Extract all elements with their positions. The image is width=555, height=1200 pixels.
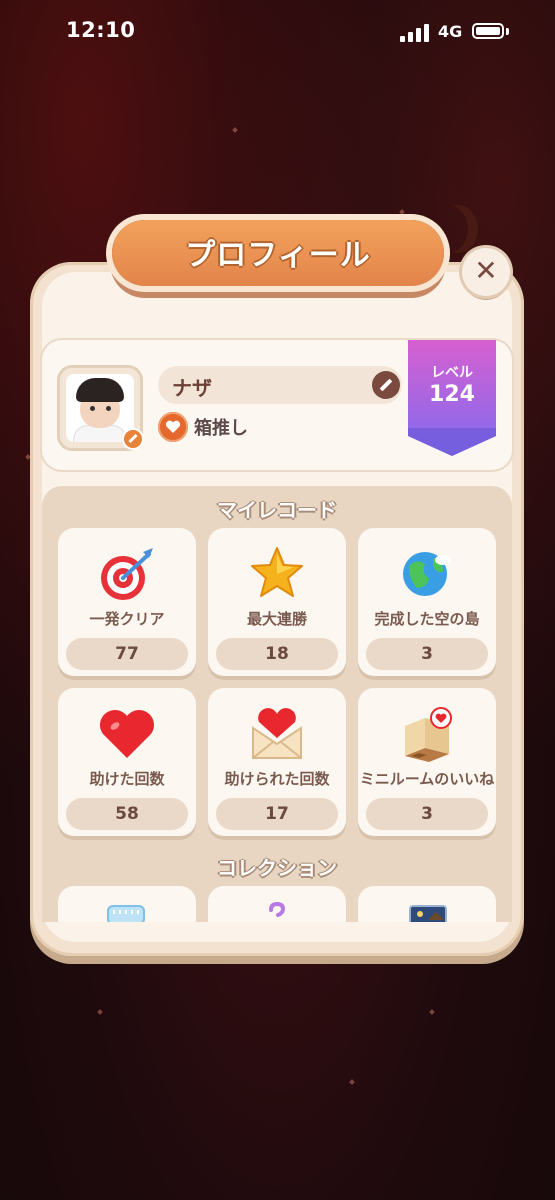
network-type: 4G (438, 22, 463, 41)
dialog-title: プロフィール (185, 238, 371, 273)
favorite-badge-icon (158, 412, 188, 442)
profile-card: ナザ 箱推し レベル 124 (42, 340, 512, 470)
record-label: 助けられた回数 (224, 770, 330, 788)
background-star (349, 1079, 355, 1085)
record-card-max-streak: 最大連勝 18 (208, 528, 346, 676)
record-value: 58 (115, 804, 139, 824)
battery-cap (506, 28, 509, 35)
signal-strength-icon (400, 24, 430, 42)
picture-icon (409, 905, 447, 922)
background-star (399, 209, 405, 215)
level-value: 124 (429, 382, 475, 407)
background-star (429, 1009, 435, 1015)
my-records-title: マイレコード (217, 498, 337, 522)
collection-card[interactable] (58, 886, 196, 922)
record-value-box: 58 (66, 798, 188, 830)
record-value: 18 (265, 644, 289, 664)
question-icon (269, 902, 286, 917)
record-value-box: 77 (66, 638, 188, 670)
record-value: 17 (265, 804, 289, 824)
collection-item-icon (107, 905, 145, 922)
record-value-box: 17 (216, 798, 338, 830)
record-value-box: 3 (366, 798, 488, 830)
name-edit-button[interactable] (372, 371, 400, 399)
dialog-title-plate: プロフィール (112, 220, 444, 286)
collection-card[interactable] (208, 886, 346, 922)
close-button[interactable]: ✕ (462, 248, 510, 296)
record-card-completed-sky-islands: 完成した空の島 3 (358, 528, 496, 676)
close-icon: ✕ (474, 254, 498, 287)
star-icon (251, 547, 303, 597)
favorite-label: 箱推し (194, 418, 248, 439)
mini-room-icon (405, 707, 452, 762)
record-value: 3 (421, 804, 433, 824)
record-value: 3 (421, 644, 433, 664)
record-card-times-received-help: 助けられた回数 17 (208, 688, 346, 836)
record-label: 助けた回数 (89, 770, 165, 788)
love-letter-icon (252, 708, 302, 759)
record-label: 完成した空の島 (374, 610, 480, 628)
level-label: レベル (431, 365, 473, 381)
records-area: マイレコード 一発クリア 77 最大連勝 18 完成した空の島 3 助けた回数 … (42, 486, 512, 922)
avatar-edit-icon[interactable] (124, 430, 142, 448)
collection-card[interactable] (358, 886, 496, 922)
pencil-icon (379, 378, 393, 392)
record-label: 一発クリア (89, 610, 165, 628)
record-value-box: 3 (366, 638, 488, 670)
heart-icon (100, 710, 154, 758)
collection-title: コレクション (217, 856, 337, 880)
avatar-image (66, 374, 134, 442)
record-card-one-shot-clear: 一発クリア 77 (58, 528, 196, 676)
record-card-times-helped: 助けた回数 58 (58, 688, 196, 836)
record-label: ミニルームのいいね (359, 770, 495, 788)
target-icon (101, 548, 153, 600)
record-label: 最大連勝 (246, 610, 307, 628)
record-value-box: 18 (216, 638, 338, 670)
record-value: 77 (115, 644, 139, 664)
status-time: 12:10 (66, 18, 136, 42)
battery-icon (472, 23, 504, 39)
background-star (97, 1009, 103, 1015)
level-badge: レベル 124 (408, 340, 496, 456)
profile-name: ナザ (172, 376, 212, 400)
status-bar: 12:10 4G (0, 0, 555, 66)
background-star (232, 127, 238, 133)
globe-icon (403, 552, 451, 596)
name-field: ナザ (158, 366, 402, 404)
record-card-mini-room-likes: ミニルームのいいね 3 (358, 688, 496, 836)
